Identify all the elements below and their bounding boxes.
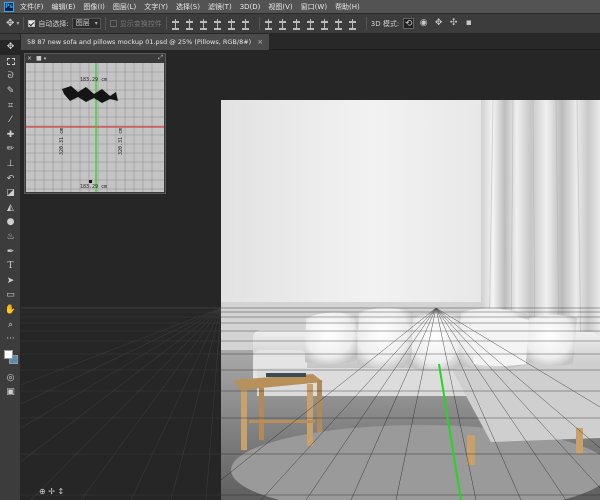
healing-icon[interactable]: ✚ bbox=[0, 128, 21, 143]
roll-3d-icon[interactable]: ◉ bbox=[418, 18, 429, 29]
drag-3d-icon[interactable]: ✥ bbox=[433, 18, 444, 29]
dimension-label-bottom: 183.29 cm bbox=[80, 184, 107, 190]
shape-icon[interactable]: ▭ bbox=[0, 288, 21, 303]
slide-3d-icon[interactable]: ✣ bbox=[448, 18, 459, 29]
auto-select-dropdown[interactable]: 图层 bbox=[71, 18, 101, 29]
dimension-label-right: 320.31 cm bbox=[118, 128, 124, 155]
menu-filter[interactable]: 滤镜(T) bbox=[208, 2, 232, 12]
pillows bbox=[305, 308, 577, 371]
auto-align-icon[interactable] bbox=[348, 19, 358, 30]
document-tab-bar: 58 87 new sofa and pillows mockup 01.psd… bbox=[21, 34, 600, 50]
distribute-center-icon[interactable] bbox=[278, 19, 288, 30]
more-tools-icon[interactable]: ··· bbox=[0, 332, 21, 347]
quick-mask-icon[interactable]: ◎ bbox=[0, 370, 21, 385]
distribute-hcenter-icon[interactable] bbox=[320, 19, 330, 30]
3d-secondary-view[interactable]: × ■ ▾ ⤢ 183.29 cm 183.29 cm 320.31 cm 32… bbox=[24, 53, 166, 194]
eraser-icon[interactable]: ◪ bbox=[0, 186, 21, 201]
auto-select-label: 自动选择: bbox=[38, 19, 69, 28]
photoshop-logo: Ps bbox=[4, 1, 14, 12]
align-left-icon[interactable] bbox=[213, 19, 223, 30]
tool-preset-dropdown-icon[interactable]: ▾ bbox=[16, 20, 19, 27]
separator bbox=[165, 17, 167, 30]
menu-window[interactable]: 窗口(W) bbox=[301, 2, 327, 12]
foreground-color-swatch[interactable] bbox=[4, 350, 13, 360]
distribute-bottom-icon[interactable] bbox=[292, 19, 302, 30]
camera-icon[interactable]: ■ bbox=[36, 55, 42, 62]
move-tool-preset-icon[interactable]: ✥ bbox=[6, 18, 14, 29]
tools-panel: ✥ ᘐ ✎ ⌗ ⁄ ✚ ✏ ⊥ ↶ ◪ ◭ ● ♨ ✒ T ➤ ▭ ✋ ⌕ ··… bbox=[0, 34, 21, 500]
menu-bar: Ps 文件(F) 编辑(E) 图像(I) 图层(L) 文字(Y) 选择(S) 滤… bbox=[0, 0, 600, 13]
menu-layer[interactable]: 图层(L) bbox=[113, 2, 136, 12]
crop-icon[interactable]: ⌗ bbox=[0, 98, 21, 113]
distribute-left-icon[interactable] bbox=[306, 19, 316, 30]
quick-select-icon[interactable]: ✎ bbox=[0, 84, 21, 99]
3d-mode-label: 3D 模式: bbox=[370, 19, 400, 28]
type-icon[interactable]: T bbox=[0, 259, 21, 274]
menu-view[interactable]: 视图(V) bbox=[268, 2, 292, 12]
secondary-view-header: × ■ ▾ ⤢ bbox=[25, 54, 165, 63]
brush-icon[interactable]: ✏ bbox=[0, 142, 21, 157]
menu-type[interactable]: 文字(Y) bbox=[144, 2, 168, 12]
align-top-icon[interactable] bbox=[171, 19, 181, 30]
orbit-icon[interactable]: ⊕ bbox=[39, 487, 46, 496]
dimension-label-left: 320.31 cm bbox=[59, 128, 65, 155]
document-tab[interactable]: 58 87 new sofa and pillows mockup 01.psd… bbox=[21, 34, 270, 50]
color-swatches bbox=[0, 346, 20, 370]
menu-file[interactable]: 文件(F) bbox=[20, 2, 44, 12]
secondary-view-grid: 183.29 cm 183.29 cm 320.31 cm 320.31 cm bbox=[26, 63, 164, 192]
paint-bucket-icon[interactable]: ◭ bbox=[0, 201, 21, 216]
dolly-icon[interactable]: ↕ bbox=[58, 487, 65, 496]
distribute-right-icon[interactable] bbox=[334, 19, 344, 30]
menu-image[interactable]: 图像(I) bbox=[83, 2, 105, 12]
history-brush-icon[interactable]: ↶ bbox=[0, 171, 21, 186]
blur-icon[interactable]: ● bbox=[0, 215, 21, 230]
expand-icon[interactable]: ⤢ bbox=[158, 54, 163, 62]
rotate-3d-icon[interactable]: ⟲ bbox=[403, 18, 415, 29]
menu-3d[interactable]: 3D(D) bbox=[240, 3, 261, 11]
move-icon[interactable]: ✥ bbox=[0, 40, 21, 55]
show-transform-label: 显示变换控件 bbox=[119, 19, 162, 28]
mockup-photo-layer bbox=[221, 100, 600, 500]
marquee-icon[interactable] bbox=[0, 55, 21, 70]
options-bar: ✥ ▾ 自动选择: 图层 显示变换控件 3D 模式: ⟲ ◉ ✥ ✣ ▪ bbox=[0, 13, 600, 34]
document-tab-title: 58 87 new sofa and pillows mockup 01.psd… bbox=[27, 38, 252, 46]
separator bbox=[23, 17, 25, 30]
distribute-top-icon[interactable] bbox=[264, 19, 274, 30]
align-horizontal-center-icon[interactable] bbox=[227, 19, 237, 30]
auto-select-checkbox[interactable] bbox=[28, 20, 36, 27]
dimension-label-top: 183.29 cm bbox=[80, 77, 107, 83]
screen-mode-icon[interactable]: ▣ bbox=[0, 385, 21, 400]
chevron-down-icon[interactable]: ▾ bbox=[44, 56, 47, 62]
3d-axis-widget[interactable]: ⊕ ✢ ↕ bbox=[39, 487, 64, 496]
align-vertical-center-icon[interactable] bbox=[185, 19, 195, 30]
menu-help[interactable]: 帮助(H) bbox=[335, 2, 360, 12]
show-transform-checkbox[interactable] bbox=[109, 20, 117, 27]
close-icon[interactable]: × bbox=[257, 34, 263, 50]
stamp-icon[interactable]: ⊥ bbox=[0, 157, 21, 172]
separator bbox=[104, 17, 106, 30]
lasso-icon[interactable]: ᘐ bbox=[0, 69, 21, 84]
hand-icon[interactable]: ✋ bbox=[0, 303, 21, 318]
dodge-icon[interactable]: ♨ bbox=[0, 230, 21, 245]
close-icon[interactable]: × bbox=[27, 55, 32, 62]
separator bbox=[365, 17, 367, 30]
scale-3d-icon[interactable]: ▪ bbox=[463, 18, 474, 29]
separator bbox=[258, 17, 260, 30]
eyedropper-icon[interactable]: ⁄ bbox=[0, 113, 21, 128]
menu-edit[interactable]: 编辑(E) bbox=[52, 2, 76, 12]
document-canvas[interactable]: × ■ ▾ ⤢ 183.29 cm 183.29 cm 320.31 cm 32… bbox=[21, 50, 600, 500]
path-select-icon[interactable]: ➤ bbox=[0, 274, 21, 289]
zoom-icon[interactable]: ⌕ bbox=[0, 317, 21, 332]
align-bottom-icon[interactable] bbox=[199, 19, 209, 30]
pen-icon[interactable]: ✒ bbox=[0, 244, 21, 259]
menu-select[interactable]: 选择(S) bbox=[176, 2, 200, 12]
align-right-icon[interactable] bbox=[241, 19, 251, 30]
pan-icon[interactable]: ✢ bbox=[48, 487, 55, 496]
